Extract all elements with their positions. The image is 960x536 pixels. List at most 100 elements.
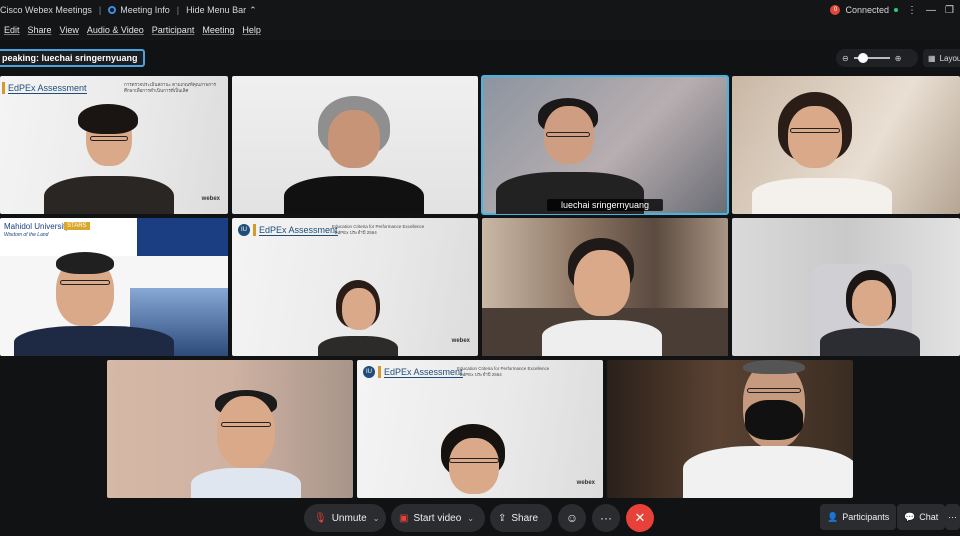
edpex-logo: IU EdPEx Assessment: [363, 366, 463, 378]
start-video-label: Start video: [413, 512, 462, 524]
face-mask: [745, 400, 803, 440]
menu-edit[interactable]: Edit: [4, 25, 20, 35]
chevron-down-icon[interactable]: ⌄: [373, 514, 380, 523]
title-bar: Cisco Webex Meetings | Meeting Info | Hi…: [0, 0, 960, 20]
menu-bar: Edit Share View Audio & Video Participan…: [0, 20, 960, 40]
video-tile-4[interactable]: [732, 76, 960, 214]
more-options-icon[interactable]: ⋮: [907, 5, 917, 16]
logo-bar: [253, 224, 256, 236]
video-tile-1[interactable]: EdPEx Assessment การตรวจประเมินสถานะ ตาม…: [0, 76, 228, 214]
menu-participant[interactable]: Participant: [152, 25, 195, 35]
video-tile-8[interactable]: [732, 218, 960, 356]
zoom-slider[interactable]: ⊖ ⊕: [836, 49, 918, 67]
connection-label: Connected: [845, 5, 890, 15]
video-off-icon: ▣: [399, 512, 409, 524]
emoji-icon: ☺: [565, 511, 579, 525]
edpex-badge-icon: IU: [363, 366, 375, 378]
menu-audio-video[interactable]: Audio & Video: [87, 25, 144, 35]
layout-grid-icon: ▦: [928, 53, 936, 63]
university-tagline: Wisdom of the Land: [4, 232, 49, 238]
slide-thai-text: Education Criteria for Performance Excel…: [332, 224, 427, 236]
logo-bar: [2, 82, 5, 94]
webex-watermark: webex: [576, 480, 595, 486]
glasses: [449, 458, 499, 463]
participant-face: [574, 250, 630, 316]
slide-thai-text: Education Criteria for Performance Excel…: [457, 366, 552, 378]
participant-body: [752, 178, 892, 214]
video-tile-2[interactable]: [232, 76, 478, 214]
glasses: [790, 128, 840, 133]
unmute-label: Unmute: [331, 512, 367, 524]
menu-view[interactable]: View: [60, 25, 79, 35]
ellipsis-icon: ···: [948, 512, 957, 522]
participant-face: [342, 288, 376, 330]
menu-share[interactable]: Share: [28, 25, 52, 35]
restore-icon[interactable]: ❐: [945, 5, 954, 16]
more-options-button[interactable]: ···: [592, 504, 620, 532]
leave-meeting-button[interactable]: ✕: [626, 504, 654, 532]
chat-button[interactable]: 💬 Chat: [897, 504, 946, 530]
edpex-logo: IU EdPEx Assessment: [238, 224, 338, 236]
hide-menu-label: Hide Menu Bar: [186, 5, 247, 15]
chevron-up-icon: ⌃: [249, 4, 257, 15]
notification-badge: 0: [830, 5, 841, 15]
layout-button[interactable]: ▦ Layou: [923, 49, 960, 67]
video-tile-11[interactable]: [607, 360, 853, 498]
meeting-info-label: Meeting Info: [120, 5, 170, 15]
participant-body: [318, 336, 398, 356]
zoom-out-icon[interactable]: ⊖: [842, 54, 849, 63]
video-tile-6[interactable]: IU EdPEx Assessment Education Criteria f…: [232, 218, 478, 356]
chevron-down-icon[interactable]: ⌄: [467, 514, 474, 523]
participant-face: [328, 110, 380, 168]
layout-label: Layou: [939, 53, 960, 63]
slide-thai-line: การตรวจประเมินสถานะ ตามเกณฑ์คุณภาพการศึก…: [124, 82, 217, 93]
edpex-brand: EdPEx Assessment: [8, 82, 87, 94]
title-separator: |: [98, 5, 102, 15]
microphone-muted-icon: 🎙: [314, 512, 327, 524]
zoom-knob[interactable]: [857, 53, 868, 63]
edpex-brand: EdPEx Assessment: [384, 366, 463, 378]
overflow-button[interactable]: ···: [945, 504, 960, 530]
participants-button[interactable]: 👤 Participants: [820, 504, 897, 530]
connection-status[interactable]: 0 Connected: [830, 5, 899, 15]
start-video-button[interactable]: ▣ Start video ⌄: [391, 504, 485, 532]
menu-help[interactable]: Help: [242, 25, 261, 35]
reactions-button[interactable]: ☺: [558, 504, 586, 532]
video-tile-7[interactable]: [482, 218, 728, 356]
ellipsis-icon: ···: [600, 511, 612, 525]
unmute-button[interactable]: 🎙 Unmute ⌄: [304, 504, 386, 532]
share-icon: ⇪: [498, 512, 507, 524]
video-tile-5[interactable]: Mahidol University Wisdom of the Land ST…: [0, 218, 228, 356]
participant-body: [683, 446, 853, 498]
participants-icon: 👤: [827, 511, 839, 522]
logo-bar: [378, 366, 381, 378]
hide-menu-bar-button[interactable]: Hide Menu Bar ⌃: [186, 5, 257, 16]
participant-body: [44, 176, 174, 214]
university-name: Mahidol University: [4, 222, 70, 231]
share-button[interactable]: ⇪ Share: [490, 504, 552, 532]
participant-face: [852, 280, 892, 326]
meeting-info-button[interactable]: Meeting Info: [108, 5, 170, 15]
menu-meeting[interactable]: Meeting: [202, 25, 234, 35]
app-title: Cisco Webex Meetings: [0, 5, 92, 15]
video-tile-10[interactable]: IU EdPEx Assessment Education Criteria f…: [357, 360, 603, 498]
zoom-in-icon[interactable]: ⊕: [895, 54, 902, 63]
chat-icon: 💬: [904, 511, 916, 522]
video-tile-9[interactable]: [107, 360, 353, 498]
glasses: [90, 136, 128, 141]
edpex-badge-icon: IU: [238, 224, 250, 236]
glasses: [221, 422, 271, 427]
zoom-track[interactable]: [853, 53, 890, 63]
edpex-brand: EdPEx Assessment: [259, 224, 338, 236]
participant-hair: [56, 252, 114, 274]
webex-watermark: webex: [451, 338, 470, 344]
edpex-logo: EdPEx Assessment: [2, 82, 87, 94]
video-tile-active-speaker[interactable]: luechai sringernyuang: [481, 75, 729, 215]
participant-body: [284, 176, 424, 214]
glasses: [747, 388, 801, 393]
minimize-icon[interactable]: —: [926, 5, 936, 16]
slide-thai-text: การตรวจประเมินสถานะ ตามเกณฑ์คุณภาพการศึก…: [124, 82, 219, 94]
participant-face: [449, 438, 499, 494]
webex-watermark: webex: [201, 196, 220, 202]
active-speaker-banner: peaking: luechai sringernyuang: [0, 49, 145, 67]
